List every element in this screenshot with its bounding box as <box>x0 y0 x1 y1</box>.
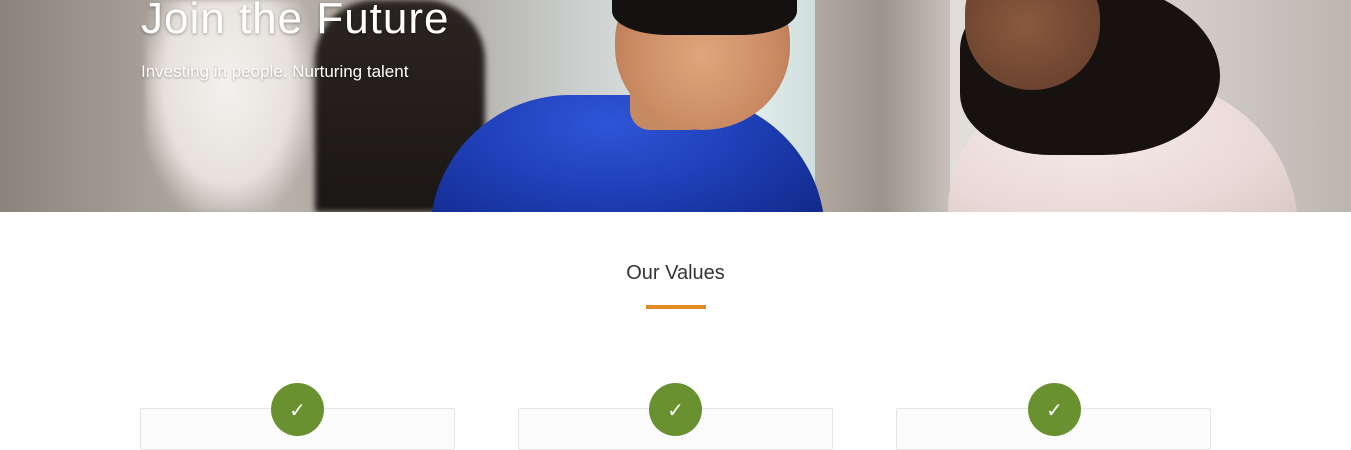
hero-title: Join the Future <box>141 0 450 43</box>
check-icon: ✓ <box>271 383 324 436</box>
hero-subtitle: Investing in people. Nurturing talent <box>141 62 409 81</box>
man-hair <box>612 0 797 35</box>
section-title: Our Values <box>626 262 725 284</box>
hero-banner: Join the Future Investing in people. Nur… <box>0 0 1351 212</box>
check-icon: ✓ <box>649 383 702 436</box>
check-icon: ✓ <box>1028 383 1081 436</box>
background-pillar <box>815 0 950 212</box>
section-divider <box>646 305 706 309</box>
